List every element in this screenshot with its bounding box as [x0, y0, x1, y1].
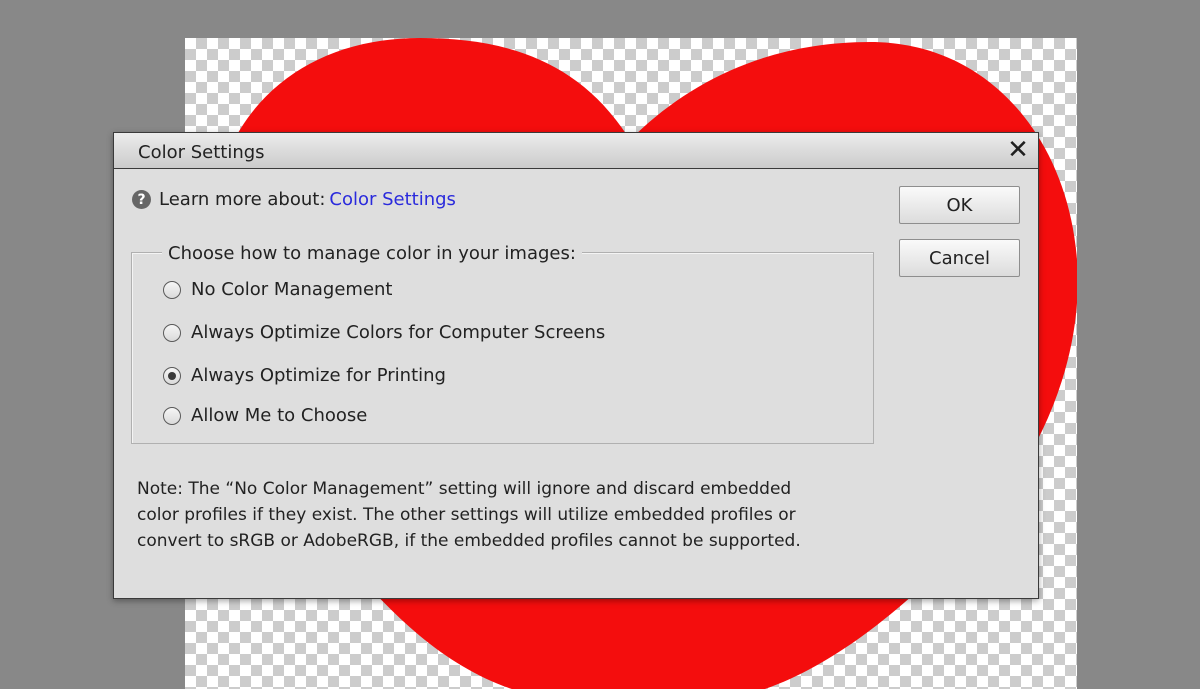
option-label: Allow Me to Choose	[191, 405, 368, 426]
radio-button[interactable]	[163, 323, 181, 342]
radio-button-selected[interactable]	[163, 366, 181, 385]
option-no-color-management[interactable]: No Color Management	[163, 279, 393, 300]
option-optimize-screens[interactable]: Always Optimize Colors for Computer Scre…	[163, 322, 605, 343]
close-icon[interactable]: ✕	[1004, 135, 1032, 165]
help-text: Learn more about:	[159, 189, 326, 210]
option-allow-me-to-choose[interactable]: Allow Me to Choose	[163, 405, 367, 426]
group-legend: Choose how to manage color in your image…	[162, 243, 582, 264]
option-optimize-printing[interactable]: Always Optimize for Printing	[163, 365, 446, 386]
note-text: Note: The “No Color Management” setting …	[137, 476, 877, 554]
cancel-button[interactable]: Cancel	[899, 239, 1020, 277]
option-label: Always Optimize for Printing	[191, 365, 446, 386]
radio-button[interactable]	[163, 280, 181, 299]
radio-button[interactable]	[163, 406, 181, 425]
ok-button[interactable]: OK	[899, 186, 1020, 224]
note-line: convert to sRGB or AdobeRGB, if the embe…	[137, 531, 801, 551]
help-link-color-settings[interactable]: Color Settings	[329, 189, 456, 210]
note-line: color profiles if they exist. The other …	[137, 505, 796, 525]
note-line: Note: The “No Color Management” setting …	[137, 479, 792, 499]
dialog-title: Color Settings	[138, 142, 265, 163]
color-settings-dialog: Color Settings ✕ ? Learn more about: Col…	[113, 132, 1039, 599]
question-circle-icon[interactable]: ?	[132, 190, 151, 209]
option-label: Always Optimize Colors for Computer Scre…	[191, 322, 606, 343]
dialog-titlebar[interactable]: Color Settings ✕	[114, 133, 1038, 169]
help-row: ? Learn more about: Color Settings	[132, 189, 456, 210]
option-label: No Color Management	[191, 279, 393, 300]
